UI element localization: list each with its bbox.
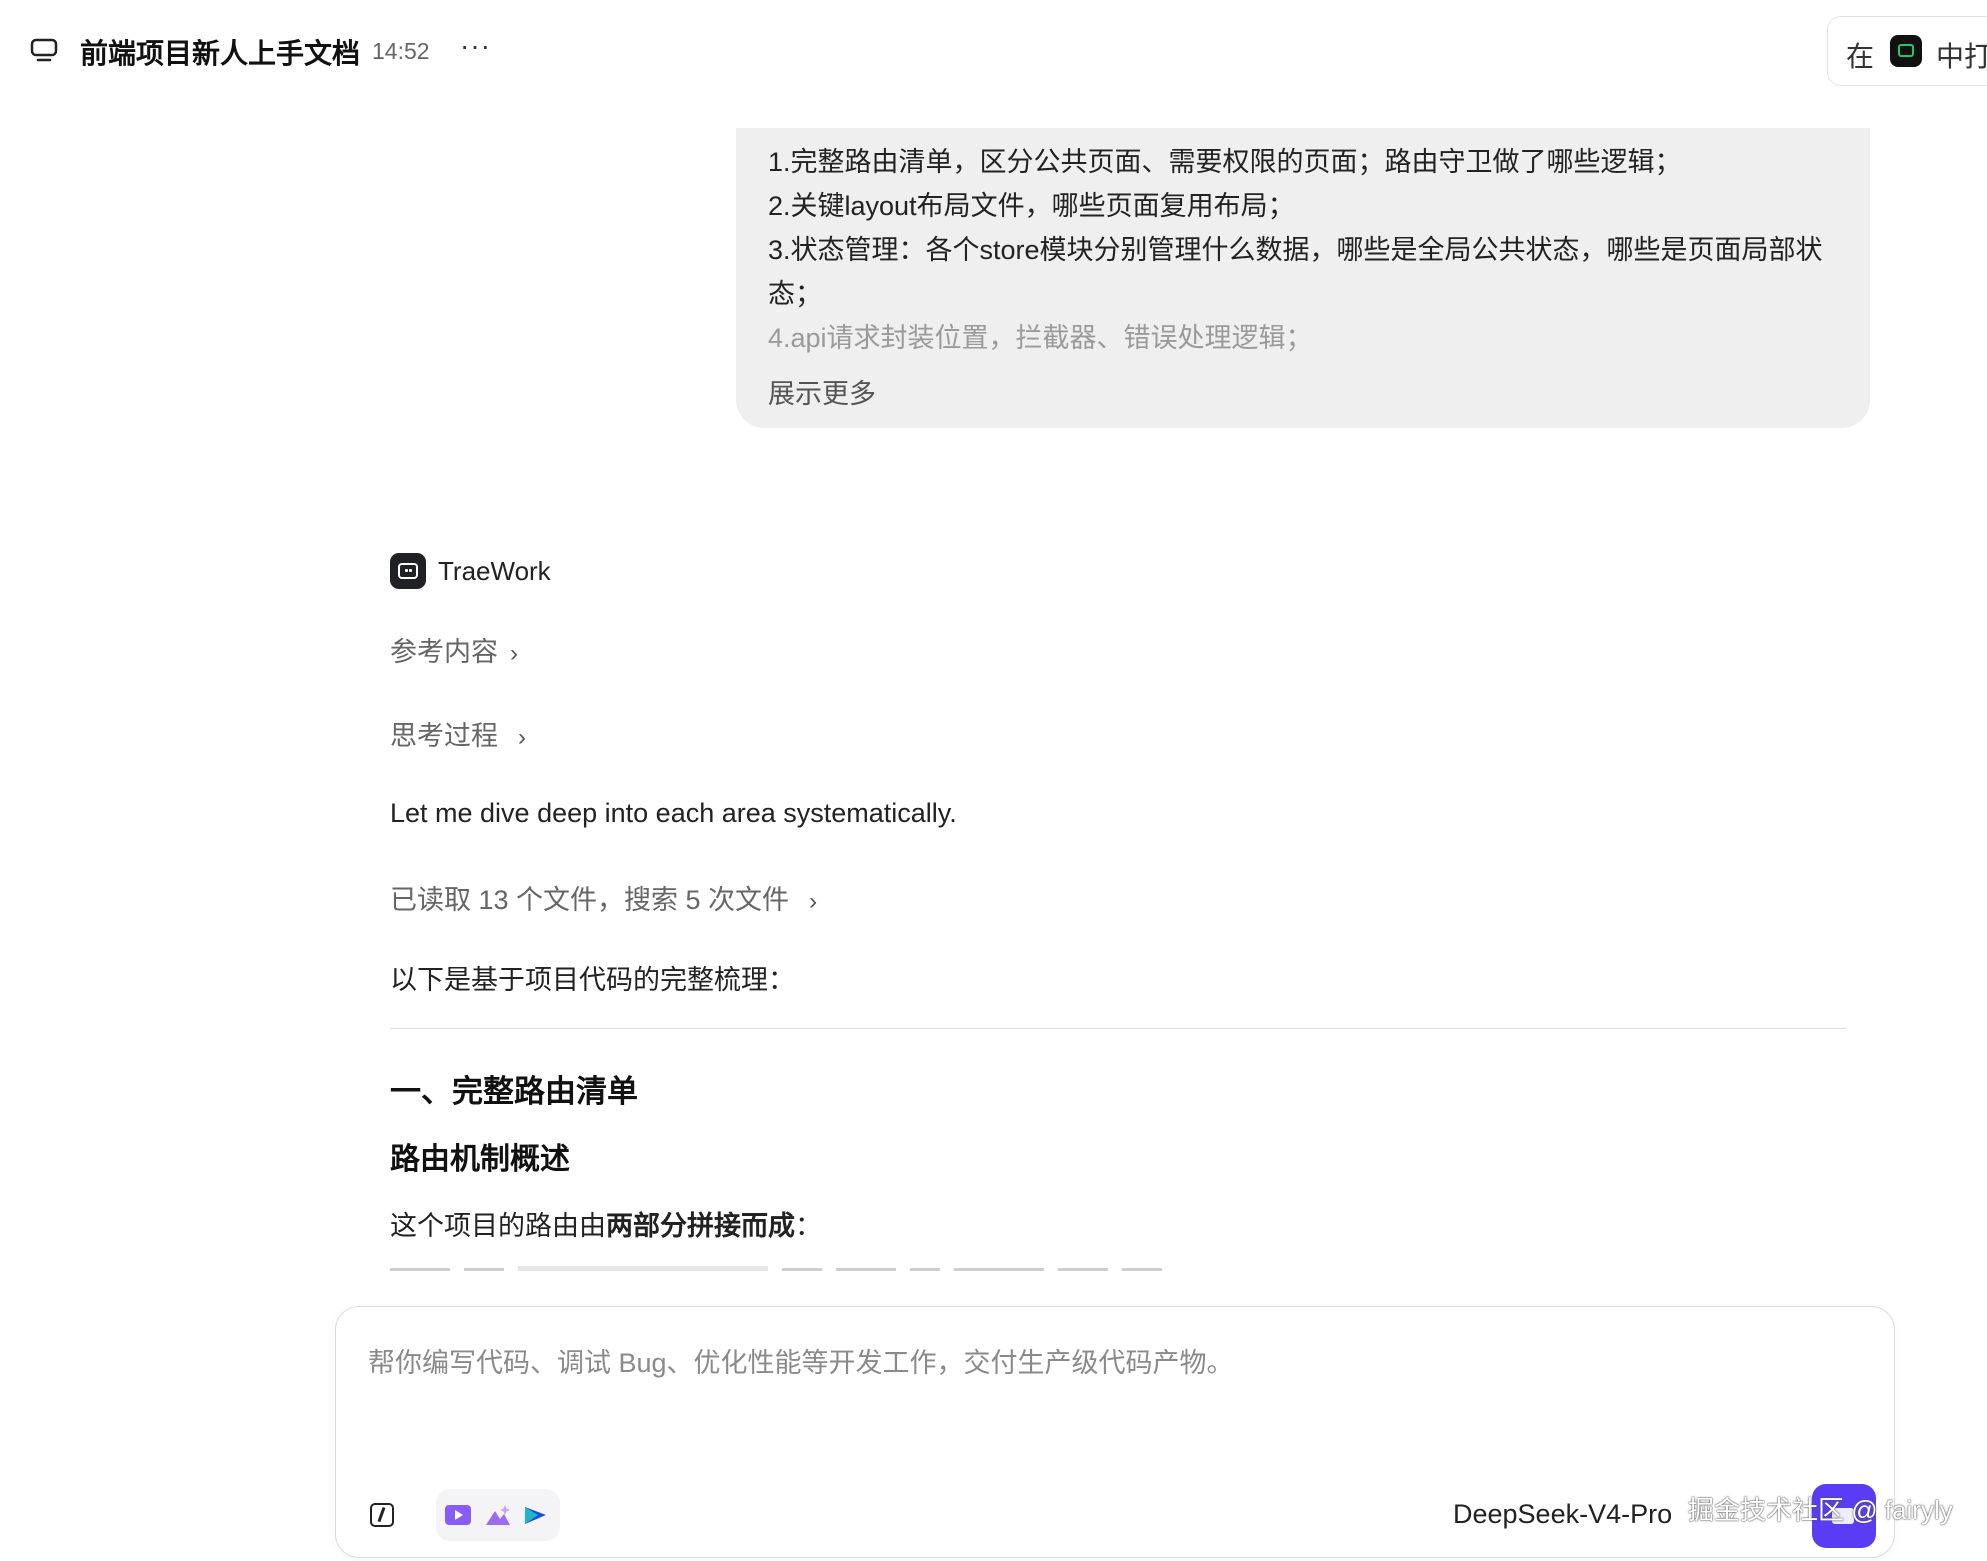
section-heading: 一、完整路由清单 xyxy=(390,1074,638,1109)
user-message-line: 3.状态管理：各个store模块分别管理什么数据，哪些是全局公共状态，哪些是页面… xyxy=(768,235,1823,309)
message-composer[interactable]: 帮你编写代码、调试 Bug、优化性能等开发工作，交付生产级代码产物。 DeepS… xyxy=(335,1306,1895,1558)
references-label: 参考内容 xyxy=(390,637,498,667)
traework-logo-icon xyxy=(1890,35,1922,67)
slash-command-icon[interactable] xyxy=(370,1503,394,1527)
conversation-title[interactable]: 前端项目新人上手文档 xyxy=(80,32,360,72)
files-read-summary: 已读取 13 个文件，搜索 5 次文件 xyxy=(390,885,790,915)
user-message-line: 4.api请求封装位置，拦截器、错误处理逻辑； xyxy=(768,323,1313,353)
user-message-line: 1.完整路由清单，区分公共页面、需要权限的页面；路由守卫做了哪些逻辑； xyxy=(768,147,1682,177)
files-read-toggle[interactable]: 已读取 13 个文件，搜索 5 次文件 › xyxy=(390,878,817,917)
chevron-right-icon: › xyxy=(518,724,526,751)
traework-avatar-icon xyxy=(390,553,426,589)
open-in-traework-button[interactable]: 在 中打 xyxy=(1827,16,1987,86)
top-bar: 前端项目新人上手文档 14:52 ··· 在 中打 xyxy=(0,0,1987,100)
video-tool-icon[interactable] xyxy=(444,1502,472,1528)
user-message-text: 1.完整路由清单，区分公共页面、需要权限的页面；路由守卫做了哪些逻辑； 2.关键… xyxy=(768,140,1848,360)
open-in-suffix: 中打 xyxy=(1936,41,1987,72)
thinking-process-toggle[interactable]: 思考过程 › xyxy=(390,714,526,753)
routing-paragraph-bold: 两部分拼接而成 xyxy=(606,1211,795,1241)
references-toggle[interactable]: 参考内容 › xyxy=(390,630,518,669)
image-tool-icon[interactable] xyxy=(484,1502,512,1528)
show-more-button[interactable]: 展示更多 xyxy=(768,372,876,411)
watermark: 掘金技术社区 @ fairyly xyxy=(1688,1495,1953,1525)
thinking-label: 思考过程 xyxy=(390,721,498,751)
routing-paragraph: 这个项目的路由由两部分拼接而成： xyxy=(390,1204,822,1243)
chevron-right-icon: › xyxy=(510,640,518,667)
assistant-intro-text: Let me dive deep into each area systemat… xyxy=(390,798,957,828)
user-message-line: 2.关键layout布局文件，哪些页面复用布局； xyxy=(768,191,1295,221)
clipped-next-line xyxy=(390,1266,1490,1272)
tool-selector[interactable] xyxy=(436,1489,560,1541)
user-message-bubble: 1.完整路由清单，区分公共页面、需要权限的页面；路由守卫做了哪些逻辑； 2.关键… xyxy=(736,128,1870,428)
routing-paragraph-suffix: ： xyxy=(795,1211,822,1241)
conversation-time: 14:52 xyxy=(372,38,430,64)
brand-tool-icon[interactable] xyxy=(522,1502,550,1528)
open-in-prefix: 在 xyxy=(1846,41,1875,72)
assistant-name: TraeWork xyxy=(438,556,551,586)
model-selector[interactable]: DeepSeek-V4-Pro xyxy=(1453,1499,1672,1530)
routing-paragraph-prefix: 这个项目的路由由 xyxy=(390,1211,606,1241)
more-options-button[interactable]: ··· xyxy=(460,30,491,62)
chat-icon xyxy=(30,38,58,62)
assistant-lead-text: 以下是基于项目代码的完整梳理： xyxy=(390,965,795,995)
composer-placeholder: 帮你编写代码、调试 Bug、优化性能等开发工作，交付生产级代码产物。 xyxy=(368,1348,1234,1378)
divider xyxy=(390,1028,1846,1029)
subsection-heading: 路由机制概述 xyxy=(390,1143,570,1176)
chevron-right-icon: › xyxy=(809,888,818,915)
